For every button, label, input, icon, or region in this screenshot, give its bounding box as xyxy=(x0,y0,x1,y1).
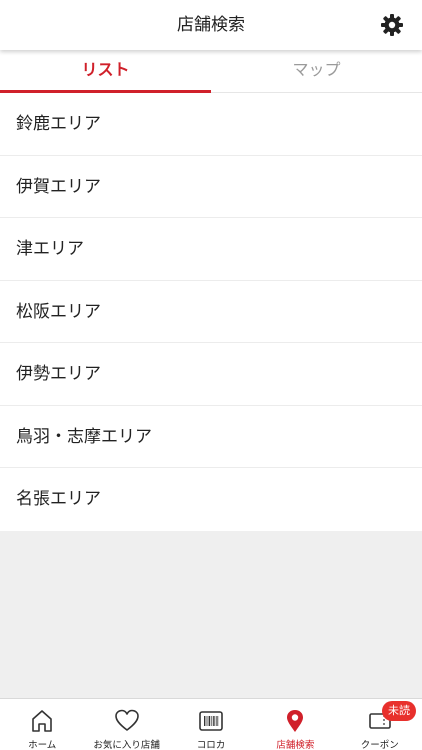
list-item-matsusaka[interactable]: 松阪エリア xyxy=(0,281,422,343)
gear-icon[interactable] xyxy=(380,13,404,37)
bottom-tab-bar: ホーム お気に入り店舗 コロカ 店舗検索 クーポン xyxy=(0,698,422,750)
area-list: 鈴鹿エリア 伊賀エリア 津エリア 松阪エリア 伊勢エリア 鳥羽・志摩エリア 名張… xyxy=(0,93,422,531)
tabbar-item-coloca[interactable]: コロカ xyxy=(169,699,253,750)
page-title: 店舗検索 xyxy=(177,15,245,35)
tabbar-item-home[interactable]: ホーム xyxy=(0,699,84,750)
tabbar-label-home: ホーム xyxy=(28,740,57,750)
unread-badge: 未読 xyxy=(382,701,416,721)
tabbar-label-coupon: クーポン xyxy=(360,740,399,750)
heart-icon xyxy=(114,709,139,731)
tabbar-item-store-search[interactable]: 店舗検索 xyxy=(253,699,337,750)
tabbar-label-coloca: コロカ xyxy=(196,740,226,750)
list-item-suzuka[interactable]: 鈴鹿エリア xyxy=(0,93,422,156)
tabbar-label-favorites: お気に入り店舗 xyxy=(93,740,160,750)
home-icon xyxy=(32,710,52,732)
active-tab-indicator xyxy=(0,90,211,93)
segment-tabs: リスト マップ xyxy=(0,50,422,93)
tabbar-item-favorites[interactable]: お気に入り店舗 xyxy=(84,699,168,750)
list-item-tsu[interactable]: 津エリア xyxy=(0,218,422,281)
tabbar-label-store-search: 店舗検索 xyxy=(276,740,315,750)
app-header: 店舗検索 xyxy=(0,0,422,50)
list-item-iga[interactable]: 伊賀エリア xyxy=(0,156,422,218)
tab-map[interactable]: マップ xyxy=(211,50,422,93)
list-item-nabari[interactable]: 名張エリア xyxy=(0,468,422,531)
tab-list[interactable]: リスト xyxy=(0,50,211,93)
list-item-toba-shima[interactable]: 鳥羽・志摩エリア xyxy=(0,406,422,468)
list-item-ise[interactable]: 伊勢エリア xyxy=(0,343,422,406)
map-pin-icon xyxy=(287,710,304,732)
barcode-card-icon xyxy=(199,711,223,731)
